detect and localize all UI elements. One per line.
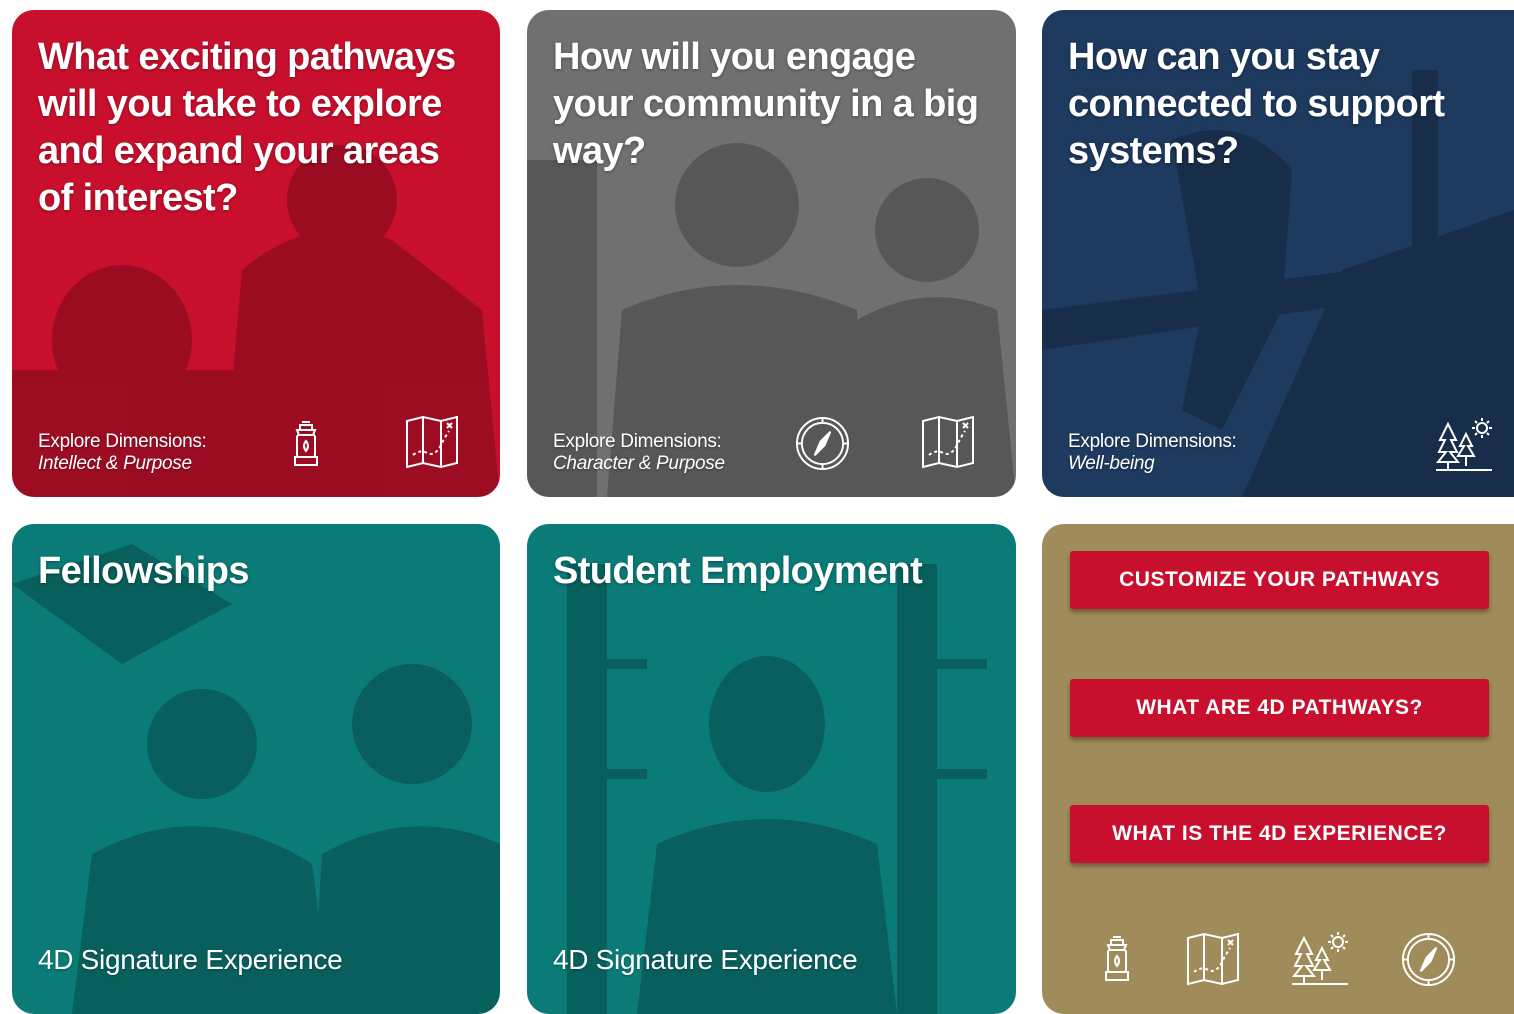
background-photo bbox=[527, 524, 1016, 1014]
signature-card-fellowships[interactable]: Fellowships 4D Signature Experience bbox=[12, 524, 500, 1014]
map-icon bbox=[921, 415, 975, 469]
lantern-icon bbox=[291, 420, 321, 468]
trees-sun-icon bbox=[1291, 930, 1348, 986]
map-icon bbox=[405, 415, 459, 469]
what-are-4d-pathways-button[interactable]: WHAT ARE 4D PATHWAYS? bbox=[1070, 679, 1489, 737]
dimension-names: Well-being bbox=[1068, 453, 1155, 474]
lantern-icon bbox=[1102, 934, 1132, 984]
what-is-4d-experience-button[interactable]: WHAT IS THE 4D EXPERIENCE? bbox=[1070, 805, 1489, 863]
pathway-card-character-purpose[interactable]: How will you engage your community in a … bbox=[527, 10, 1016, 497]
pathway-card-well-being[interactable]: How can you stay connected to support sy… bbox=[1042, 10, 1514, 497]
card-subtitle: 4D Signature Experience bbox=[38, 944, 343, 975]
explore-dimensions: Explore Dimensions: Intellect & Purpose bbox=[38, 431, 207, 475]
card-subtitle: 4D Signature Experience bbox=[553, 944, 858, 975]
explore-label: Explore Dimensions: bbox=[553, 431, 722, 452]
dimension-names: Character & Purpose bbox=[553, 453, 725, 474]
explore-dimensions: Explore Dimensions: Well-being bbox=[1068, 431, 1237, 475]
compass-icon bbox=[1401, 932, 1456, 987]
background-photo bbox=[12, 524, 500, 1014]
explore-dimensions: Explore Dimensions: Character & Purpose bbox=[553, 431, 725, 475]
customize-pathways-button[interactable]: CUSTOMIZE YOUR PATHWAYS bbox=[1070, 551, 1489, 609]
card-title: Student Employment bbox=[553, 550, 923, 592]
card-title: Fellowships bbox=[38, 550, 249, 592]
map-icon bbox=[1186, 932, 1240, 986]
signature-card-student-employment[interactable]: Student Employment 4D Signature Experien… bbox=[527, 524, 1016, 1014]
explore-label: Explore Dimensions: bbox=[38, 431, 207, 452]
explore-label: Explore Dimensions: bbox=[1068, 431, 1237, 452]
card-title: What exciting pathways will you take to … bbox=[38, 36, 456, 219]
compass-icon bbox=[795, 416, 850, 471]
card-title: How will you engage your community in a … bbox=[553, 36, 979, 172]
card-title: How can you stay connected to support sy… bbox=[1068, 36, 1445, 172]
trees-sun-icon bbox=[1435, 416, 1492, 472]
dimension-names: Intellect & Purpose bbox=[38, 453, 192, 474]
pathway-card-intellect-purpose[interactable]: What exciting pathways will you take to … bbox=[12, 10, 500, 497]
